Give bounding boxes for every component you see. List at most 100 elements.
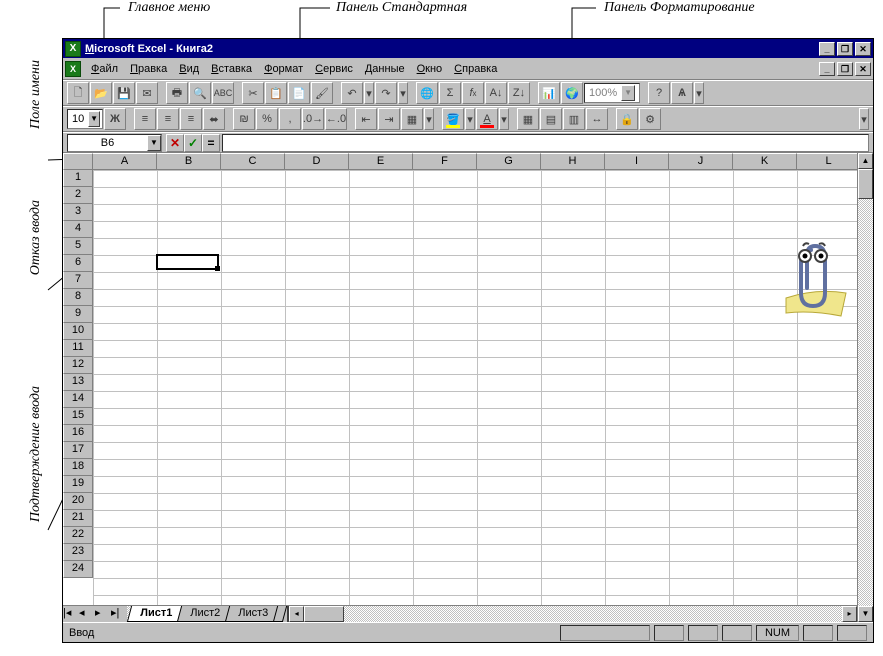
menu-правка[interactable]: Правка [124,61,173,77]
scroll-thumb[interactable] [304,606,344,622]
mdi-close-button[interactable]: ✕ [855,62,871,76]
decrease-indent-button[interactable]: ⇤ [355,108,377,130]
percent-button[interactable]: % [256,108,278,130]
vertical-scrollbar[interactable]: ▲ ▼ [857,170,873,605]
row-header-18[interactable]: 18 [63,459,93,476]
menu-сервис[interactable]: Сервис [309,61,359,77]
undo-button[interactable]: ↶ [341,82,363,104]
scroll-thumb[interactable] [858,170,873,199]
autosum-button[interactable]: Σ [439,82,461,104]
close-button[interactable]: ✕ [855,42,871,56]
chevron-down-icon[interactable]: ▼ [88,111,100,127]
row-header-7[interactable]: 7 [63,272,93,289]
column-header-H[interactable]: H [541,153,605,170]
mdi-restore-button[interactable]: ❐ [837,62,853,76]
align-right-button[interactable]: ≡ [180,108,202,130]
row-header-24[interactable]: 24 [63,561,93,578]
cancel-entry-button[interactable]: ✕ [166,134,184,152]
column-header-E[interactable]: E [349,153,413,170]
align-center-button[interactable]: ≡ [157,108,179,130]
next-sheet-button[interactable]: ▸ [95,606,111,622]
tools-button[interactable]: ⚙ [639,108,661,130]
mail-button[interactable]: ✉ [136,82,158,104]
copy-button[interactable]: 📋 [265,82,287,104]
toolbar-overflow[interactable]: ▾ [694,82,704,104]
borders-button[interactable]: ▦ [401,108,423,130]
undo-dropdown[interactable]: ▾ [364,82,374,104]
select-all-corner[interactable] [63,153,93,170]
row-header-23[interactable]: 23 [63,544,93,561]
restore-button[interactable]: ❐ [837,42,853,56]
column-header-B[interactable]: B [157,153,221,170]
chevron-down-icon[interactable]: ▼ [147,135,161,151]
mdi-minimize-button[interactable]: _ [819,62,835,76]
row-header-3[interactable]: 3 [63,204,93,221]
row-header-11[interactable]: 11 [63,340,93,357]
name-box[interactable]: B6 ▼ [67,134,162,152]
first-sheet-button[interactable]: |◂ [63,606,79,622]
font-size-combo[interactable]: 10 ▼ [67,109,103,129]
column-header-J[interactable]: J [669,153,733,170]
fill-color-dropdown[interactable]: ▾ [465,108,475,130]
merge-center-button[interactable]: ⬌ [203,108,225,130]
row-header-4[interactable]: 4 [63,221,93,238]
align-left-button[interactable]: ≡ [134,108,156,130]
column-header-C[interactable]: C [221,153,285,170]
scroll-left-button[interactable]: ◂ [289,606,304,622]
horizontal-scrollbar[interactable]: ◂ ▸ [287,606,857,622]
gridlines-button[interactable]: ▦ [517,108,539,130]
borders-dropdown[interactable]: ▾ [424,108,434,130]
row-header-13[interactable]: 13 [63,374,93,391]
help-button[interactable]: ? [648,82,670,104]
increase-indent-button[interactable]: ⇥ [378,108,400,130]
excel-app-icon[interactable]: X [65,41,81,57]
find-button[interactable]: Ѧ [671,82,693,104]
column-header-D[interactable]: D [285,153,349,170]
row-header-8[interactable]: 8 [63,289,93,306]
format-toolbar-overflow[interactable]: ▾ [859,108,869,130]
row-header-1[interactable]: 1 [63,170,93,187]
row-header-12[interactable]: 12 [63,357,93,374]
title-bar[interactable]: X Microsoft Excel - Книга2 _ ❐ ✕ [63,39,873,58]
office-assistant-clippy[interactable] [781,238,851,318]
row-header-17[interactable]: 17 [63,442,93,459]
row-header-22[interactable]: 22 [63,527,93,544]
cut-button[interactable]: ✂ [242,82,264,104]
redo-button[interactable]: ↷ [375,82,397,104]
row-header-15[interactable]: 15 [63,408,93,425]
workbook-icon[interactable]: X [65,61,81,77]
bold-button[interactable]: Ж [104,108,126,130]
paste-button[interactable]: 📄 [288,82,310,104]
fill-color-button[interactable]: 🪣 [442,108,464,130]
sort-asc-button[interactable]: A↓ [485,82,507,104]
row-header-10[interactable]: 10 [63,323,93,340]
confirm-entry-button[interactable]: ✓ [184,134,202,152]
minimize-button[interactable]: _ [819,42,835,56]
map-button[interactable]: 🌍 [561,82,583,104]
print-button[interactable]: 🖶 [166,82,188,104]
menu-справка[interactable]: Справка [448,61,503,77]
comma-button[interactable]: , [279,108,301,130]
row-height-button[interactable]: ▤ [540,108,562,130]
chart-button[interactable]: 📊 [538,82,560,104]
cells-area[interactable] [93,170,873,605]
menu-формат[interactable]: Формат [258,61,309,77]
lock-button[interactable]: 🔒 [616,108,638,130]
menu-окно[interactable]: Окно [411,61,449,77]
zoom-combo[interactable]: 100% ▼ [584,83,640,103]
row-header-16[interactable]: 16 [63,425,93,442]
font-color-button[interactable]: A [476,108,498,130]
column-header-G[interactable]: G [477,153,541,170]
row-header-21[interactable]: 21 [63,510,93,527]
currency-button[interactable]: ₪ [233,108,255,130]
increase-decimal-button[interactable]: .0→ [302,108,324,130]
row-header-19[interactable]: 19 [63,476,93,493]
row-header-6[interactable]: 6 [63,255,93,272]
menu-данные[interactable]: Данные [359,61,411,77]
prev-sheet-button[interactable]: ◂ [79,606,95,622]
open-button[interactable]: 📂 [90,82,112,104]
spellcheck-button[interactable]: ABC [212,82,234,104]
col-width-button[interactable]: ▥ [563,108,585,130]
active-cell[interactable] [156,254,219,270]
decrease-decimal-button[interactable]: ←.0 [325,108,347,130]
